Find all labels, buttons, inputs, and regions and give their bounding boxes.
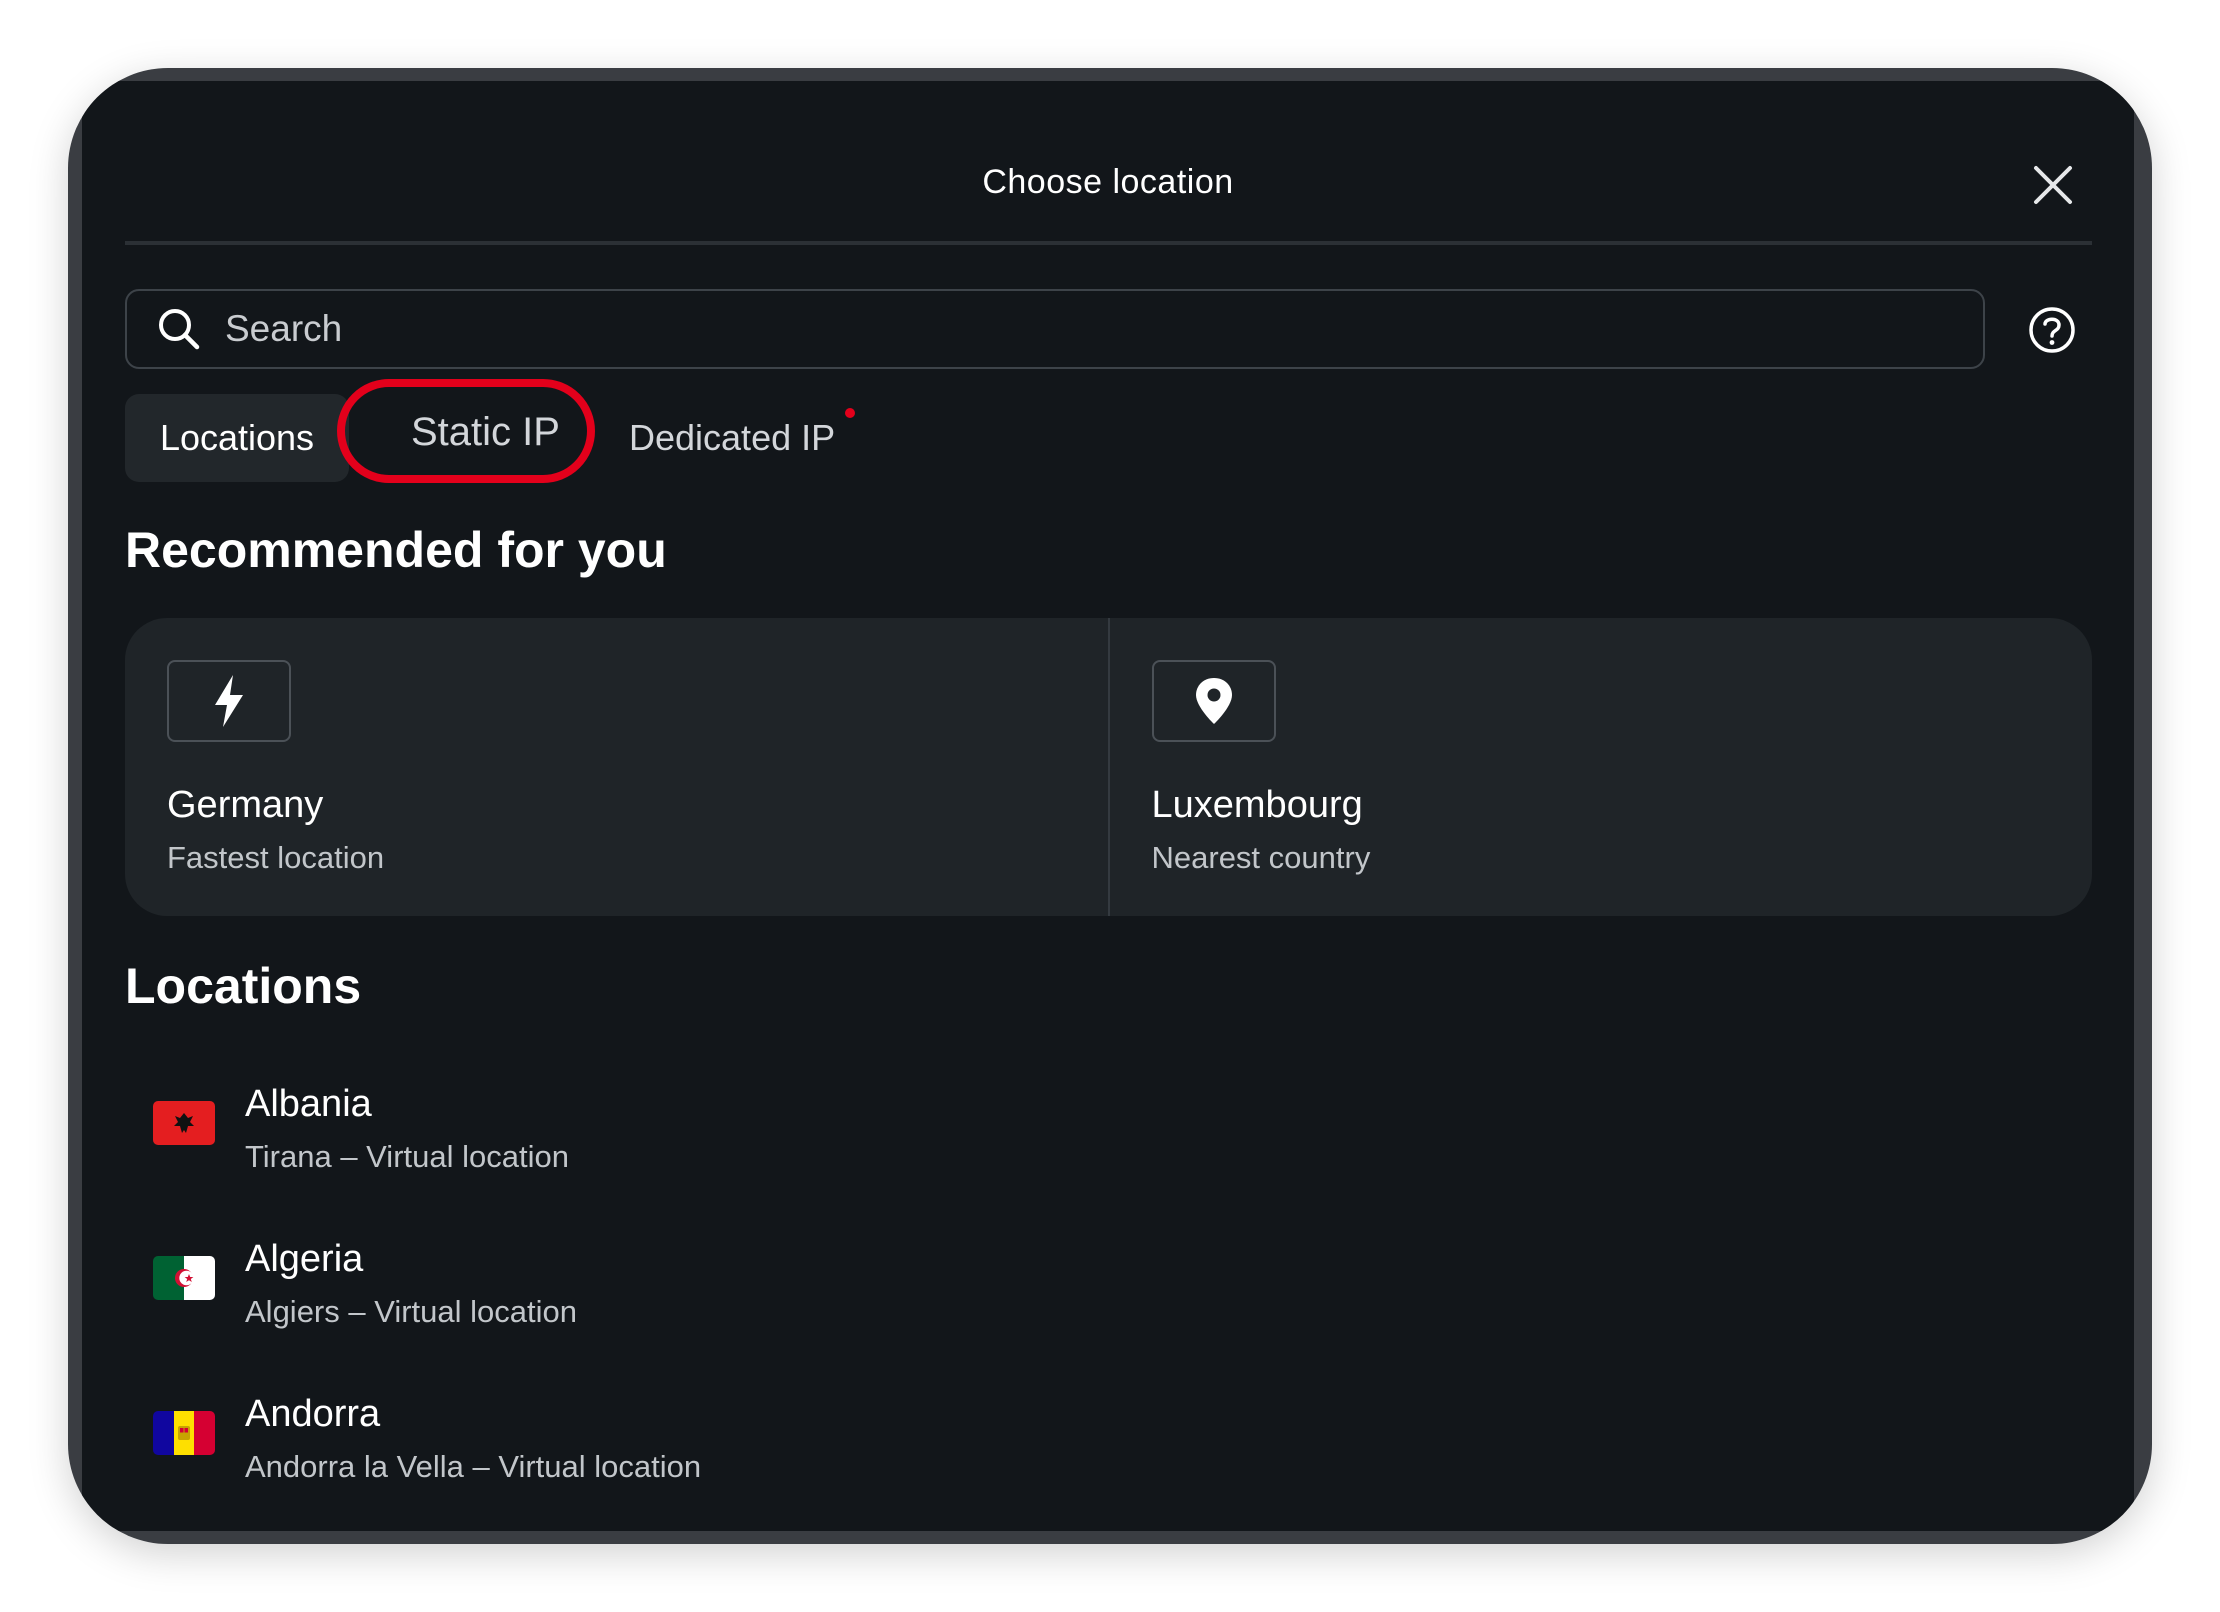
device-frame: Choose location Locati <box>68 68 2152 1544</box>
recommended-heading: Recommended for you <box>125 522 667 578</box>
location-name: Albania <box>245 1083 372 1125</box>
tab-dedicated-ip[interactable]: Dedicated IP <box>629 394 835 482</box>
location-subtitle: Algiers – Virtual location <box>245 1294 577 1329</box>
header-divider <box>125 241 2092 245</box>
rec-subtitle: Nearest country <box>1151 840 1371 875</box>
location-subtitle: Tirana – Virtual location <box>245 1139 569 1174</box>
algeria-flag-icon <box>153 1256 215 1300</box>
rec-subtitle: Fastest location <box>167 840 385 875</box>
notification-dot <box>845 408 855 418</box>
dialog-title: Choose location <box>982 163 1234 201</box>
help-button[interactable] <box>2026 304 2078 356</box>
rec-name: Germany <box>167 784 324 826</box>
location-pin-icon <box>1195 678 1232 724</box>
location-name: Algeria <box>245 1238 364 1280</box>
tab-locations[interactable]: Locations <box>125 394 349 482</box>
recommended-card: Germany Fastest location Luxembourg Near… <box>125 618 2092 916</box>
dialog-header: Choose location <box>82 81 2134 245</box>
search-input[interactable] <box>223 307 1983 351</box>
search-icon <box>159 309 200 350</box>
close-icon <box>2034 166 2072 204</box>
list-item-andorra[interactable]: Andorra Andorra la Vella – Virtual locat… <box>125 1381 2092 1531</box>
tab-bar: Locations Static IP Dedicated IP <box>125 379 1025 484</box>
andorra-flag-icon <box>153 1411 215 1455</box>
choose-location-dialog: Choose location Locati <box>82 81 2134 1531</box>
locations-list: Albania Tirana – Virtual location Algeri… <box>125 1071 2092 1531</box>
close-button[interactable] <box>2028 160 2078 210</box>
recommended-item-luxembourg[interactable]: Luxembourg Nearest country <box>1107 618 2093 916</box>
tab-static-ip[interactable]: Static IP <box>411 388 560 476</box>
help-icon <box>2029 307 2075 353</box>
lightning-icon <box>215 675 243 727</box>
search-box[interactable] <box>125 289 1985 369</box>
location-name: Andorra <box>245 1393 381 1435</box>
rec-icon-box <box>167 660 291 742</box>
rec-icon-box <box>1151 660 1276 742</box>
recommended-item-germany[interactable]: Germany Fastest location <box>125 618 1108 916</box>
list-item-algeria[interactable]: Algeria Algiers – Virtual location <box>125 1226 2092 1381</box>
albania-flag-icon <box>153 1101 215 1145</box>
rec-name: Luxembourg <box>1151 784 1363 826</box>
list-item-albania[interactable]: Albania Tirana – Virtual location <box>125 1071 2092 1226</box>
location-subtitle: Andorra la Vella – Virtual location <box>245 1449 702 1484</box>
locations-heading: Locations <box>125 958 362 1014</box>
